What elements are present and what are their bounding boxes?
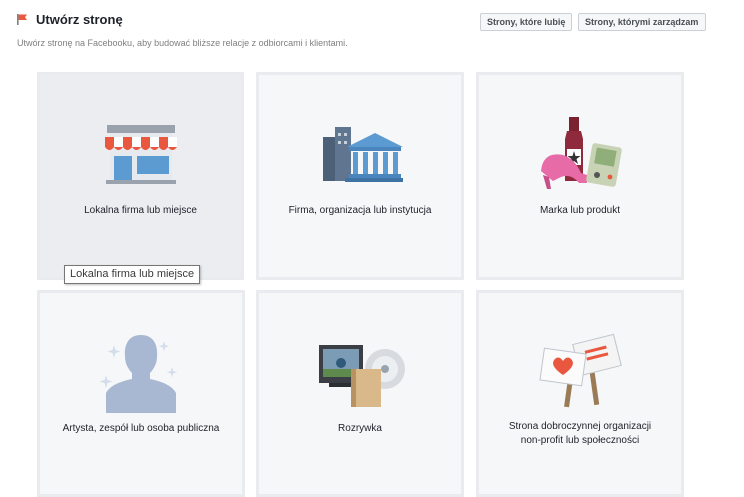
category-tile-entertainment[interactable]: Rozrywka <box>256 290 464 497</box>
category-label: Marka lub produkt <box>539 205 621 216</box>
public-figure-icon <box>99 335 178 413</box>
category-tile-local-business[interactable]: Lokalna firma lub miejsce <box>37 72 244 280</box>
managed-pages-button[interactable]: Strony, którymi zarządzam <box>578 13 706 31</box>
category-label: Artysta, zespół lub osoba publiczna <box>62 423 220 434</box>
category-tile-brand[interactable]: Marka lub produkt <box>476 72 684 280</box>
tooltip: Lokalna firma lub miejsce <box>64 265 201 284</box>
storefront-icon <box>104 125 177 184</box>
charity-signs-icon <box>539 333 622 408</box>
page-subtitle: Utwórz stronę na Facebooku, aby budować … <box>17 38 348 48</box>
flag-icon <box>17 14 27 25</box>
entertainment-icon <box>319 345 405 407</box>
liked-pages-button[interactable]: Strony, które lubię <box>480 13 572 31</box>
category-label: Strona dobroczynnej organizacji non-prof… <box>508 421 652 446</box>
page-header: Utwórz stronę <box>16 12 123 27</box>
category-tile-charity[interactable]: Strona dobroczynnej organizacji non-prof… <box>476 290 684 497</box>
category-tile-artist[interactable]: Artysta, zespół lub osoba publiczna <box>37 290 245 497</box>
category-tile-company[interactable]: Firma, organizacja lub instytucja <box>256 72 464 280</box>
office-buildings-icon <box>323 127 403 182</box>
page-title: Utwórz stronę <box>36 12 123 27</box>
category-label: Rozrywka <box>338 423 382 434</box>
brand-products-icon <box>541 117 622 189</box>
category-label: Firma, organizacja lub instytucja <box>288 205 432 216</box>
category-label: Lokalna firma lub miejsce <box>84 205 197 216</box>
